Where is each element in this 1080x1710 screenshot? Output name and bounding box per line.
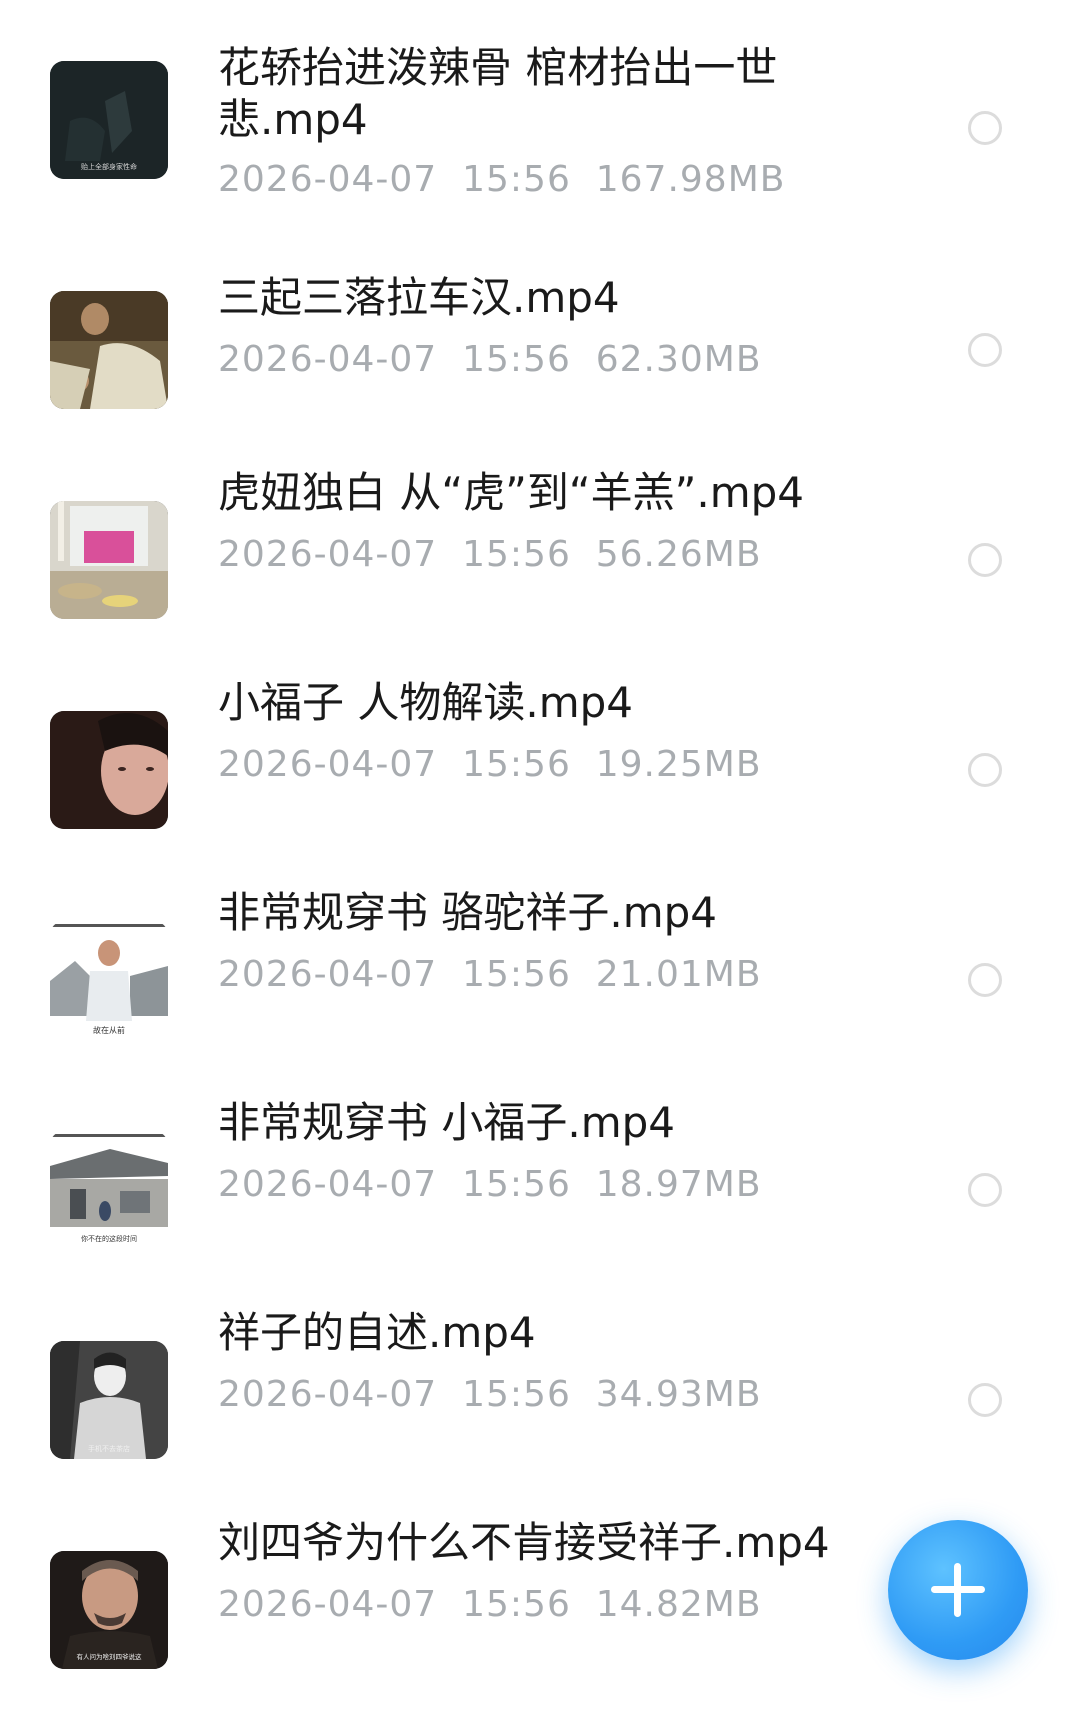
video-thumbnail: 手机不去茶店 (50, 1341, 168, 1459)
file-size: 21.01MB (595, 954, 762, 995)
file-name: 非常规穿书 小福子.mp4 (218, 1098, 675, 1147)
video-thumbnail-image: 你不在的这段时间 (50, 1131, 168, 1249)
video-thumbnail-image (50, 501, 168, 619)
file-time: 15:56 (462, 534, 571, 575)
file-meta: 2026-04-07 15:56 167.98MB (218, 158, 785, 202)
file-meta: 2026-04-07 15:56 34.93MB (218, 1373, 762, 1417)
file-date: 2026-04-07 (218, 954, 438, 995)
video-thumbnail: 有人问为啥刘四爷说这 (50, 1551, 168, 1669)
video-thumbnail-image: 故在从前 (50, 921, 168, 1039)
list-item[interactable]: 虎妞独白 从“虎”到“羊羔”.mp4 2026-04-07 15:56 56.2… (0, 455, 1080, 665)
video-thumbnail-image: 手机不去茶店 (50, 1341, 168, 1459)
thumbnail-caption: 故在从前 (93, 1025, 125, 1035)
file-size: 19.25MB (595, 744, 762, 785)
file-meta: 2026-04-07 15:56 56.26MB (218, 533, 762, 577)
thumbnail-caption: 有人问为啥刘四爷说这 (77, 1652, 143, 1661)
list-item[interactable]: 故在从前 非常规穿书 骆驼祥子.mp4 2026-04-07 15:56 21.… (0, 875, 1080, 1085)
select-radio[interactable] (968, 963, 1002, 997)
file-name: 三起三落拉车汉.mp4 (218, 273, 620, 322)
file-date: 2026-04-07 (218, 1164, 438, 1205)
video-thumbnail: 故在从前 (50, 921, 168, 1039)
file-date: 2026-04-07 (218, 1584, 438, 1625)
select-radio[interactable] (968, 1173, 1002, 1207)
list-item[interactable]: 三起三落拉车汉.mp4 2026-04-07 15:56 62.30MB (0, 245, 1080, 455)
file-date: 2026-04-07 (218, 339, 438, 380)
file-name: 非常规穿书 骆驼祥子.mp4 (218, 888, 717, 937)
select-radio[interactable] (968, 333, 1002, 367)
file-size: 34.93MB (595, 1374, 762, 1415)
file-name: 刘四爷为什么不肯接受祥子.mp4 (218, 1518, 830, 1567)
thumbnail-caption: 手机不去茶店 (88, 1444, 130, 1453)
file-time: 15:56 (462, 1164, 571, 1205)
select-radio[interactable] (968, 1383, 1002, 1417)
file-size: 62.30MB (595, 339, 762, 380)
file-name: 小福子 人物解读.mp4 (218, 678, 633, 727)
video-thumbnail-image: 有人问为啥刘四爷说这 (50, 1551, 168, 1669)
file-size: 18.97MB (595, 1164, 762, 1205)
file-date: 2026-04-07 (218, 1374, 438, 1415)
file-meta: 2026-04-07 15:56 62.30MB (218, 338, 762, 382)
file-date: 2026-04-07 (218, 534, 438, 575)
file-date: 2026-04-07 (218, 744, 438, 785)
list-item[interactable]: 你不在的这段时间 非常规穿书 小福子.mp4 2026-04-07 15:56 … (0, 1085, 1080, 1295)
file-name: 虎妞独白 从“虎”到“羊羔”.mp4 (218, 468, 805, 517)
thumbnail-caption: 贻上全部身家性命 (81, 162, 137, 171)
file-time: 15:56 (462, 1584, 571, 1625)
file-name: 花轿抬进泼辣骨 棺材抬出一世悲.mp4 (218, 43, 778, 144)
file-meta: 2026-04-07 15:56 14.82MB (218, 1583, 762, 1627)
file-size: 14.82MB (595, 1584, 762, 1625)
file-meta: 2026-04-07 15:56 18.97MB (218, 1163, 762, 1207)
select-radio[interactable] (968, 753, 1002, 787)
video-thumbnail-image (50, 711, 168, 829)
select-radio[interactable] (968, 543, 1002, 577)
thumbnail-caption: 你不在的这段时间 (81, 1234, 137, 1243)
list-item[interactable]: 小福子 人物解读.mp4 2026-04-07 15:56 19.25MB (0, 665, 1080, 875)
video-thumbnail (50, 501, 168, 619)
video-thumbnail: 贻上全部身家性命 (50, 61, 168, 179)
add-button[interactable] (888, 1520, 1028, 1660)
select-radio[interactable] (968, 111, 1002, 145)
list-item[interactable]: 贻上全部身家性命 花轿抬进泼辣骨 棺材抬出一世悲.mp4 2026-04-07 … (0, 20, 1080, 220)
file-time: 15:56 (462, 744, 571, 785)
list-item[interactable]: 手机不去茶店 祥子的自述.mp4 2026-04-07 15:56 34.93M… (0, 1295, 1080, 1505)
file-date: 2026-04-07 (218, 159, 438, 200)
file-time: 15:56 (462, 954, 571, 995)
video-thumbnail: 你不在的这段时间 (50, 1131, 168, 1249)
video-thumbnail-image (50, 291, 168, 409)
file-time: 15:56 (462, 159, 571, 200)
file-meta: 2026-04-07 15:56 21.01MB (218, 953, 762, 997)
file-name: 祥子的自述.mp4 (218, 1308, 536, 1357)
file-meta: 2026-04-07 15:56 19.25MB (218, 743, 762, 787)
file-size: 56.26MB (595, 534, 762, 575)
file-time: 15:56 (462, 339, 571, 380)
file-size: 167.98MB (595, 159, 786, 200)
video-thumbnail (50, 291, 168, 409)
file-time: 15:56 (462, 1374, 571, 1415)
video-thumbnail-image: 贻上全部身家性命 (50, 61, 168, 179)
file-list: 贻上全部身家性命 花轿抬进泼辣骨 棺材抬出一世悲.mp4 2026-04-07 … (0, 0, 1080, 1710)
video-thumbnail (50, 711, 168, 829)
